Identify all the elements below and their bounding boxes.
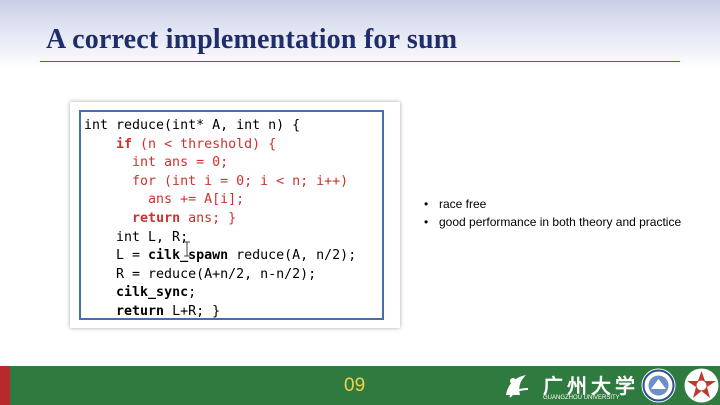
code-token: ans; }: [180, 210, 237, 226]
code-line: int L, R;: [84, 229, 356, 248]
code-token: int ans = 0;: [84, 155, 229, 171]
code-line: return L+R; }: [84, 303, 356, 322]
bullet-item: good performance in both theory and prac…: [424, 213, 681, 231]
page-number: 09: [344, 375, 366, 396]
slide-title: A correct implementation for sum: [46, 24, 458, 55]
code-line: L = cilk_spawn reduce(A, n/2);: [84, 247, 356, 266]
code-token: return: [132, 210, 181, 226]
code-token: cilk_sync: [116, 285, 189, 301]
code-token: int reduce(int* A, int n) {: [84, 118, 301, 133]
badge-icon: [684, 368, 719, 403]
code-token: ;: [188, 285, 197, 301]
code-line: int reduce(int* A, int n) {: [84, 117, 356, 136]
code-block: int reduce(int* A, int n) { if (n < thre…: [84, 117, 356, 322]
title-divider: [40, 61, 680, 62]
code-token: L =: [84, 248, 149, 264]
code-token: (n < threshold) {: [132, 136, 277, 152]
code-line: ans += A[i];: [84, 191, 356, 210]
code-line: R = reduce(A+n/2, n-n/2);: [84, 266, 356, 285]
university-subtitle: GUANGZHOU UNIVERSITY: [543, 395, 620, 401]
university-seal-icon: [641, 368, 676, 403]
code-token: for (int i = 0; i < n; i++): [84, 173, 349, 189]
code-line: cilk_sync;: [84, 284, 356, 303]
text-cursor-icon: [184, 241, 190, 257]
code-token: return: [116, 303, 165, 319]
university-emblem-icon: [506, 375, 529, 398]
footer-accent: [0, 366, 10, 405]
code-line: for (int i = 0; i < n; i++): [84, 173, 356, 192]
bullet-list: race free good performance in both theor…: [424, 195, 681, 231]
bullet-item: race free: [424, 195, 681, 213]
code-line: return ans; }: [84, 210, 356, 229]
code-token: if: [116, 136, 133, 152]
code-token: int L, R;: [84, 229, 189, 245]
code-line: if (n < threshold) {: [84, 136, 356, 155]
code-token: L+R; }: [164, 303, 221, 319]
code-line: int ans = 0;: [84, 154, 356, 173]
code-token: ans += A[i];: [84, 192, 245, 208]
code-token: reduce(A, n/2);: [228, 248, 357, 264]
code-token: R = reduce(A+n/2, n-n/2);: [84, 266, 317, 282]
